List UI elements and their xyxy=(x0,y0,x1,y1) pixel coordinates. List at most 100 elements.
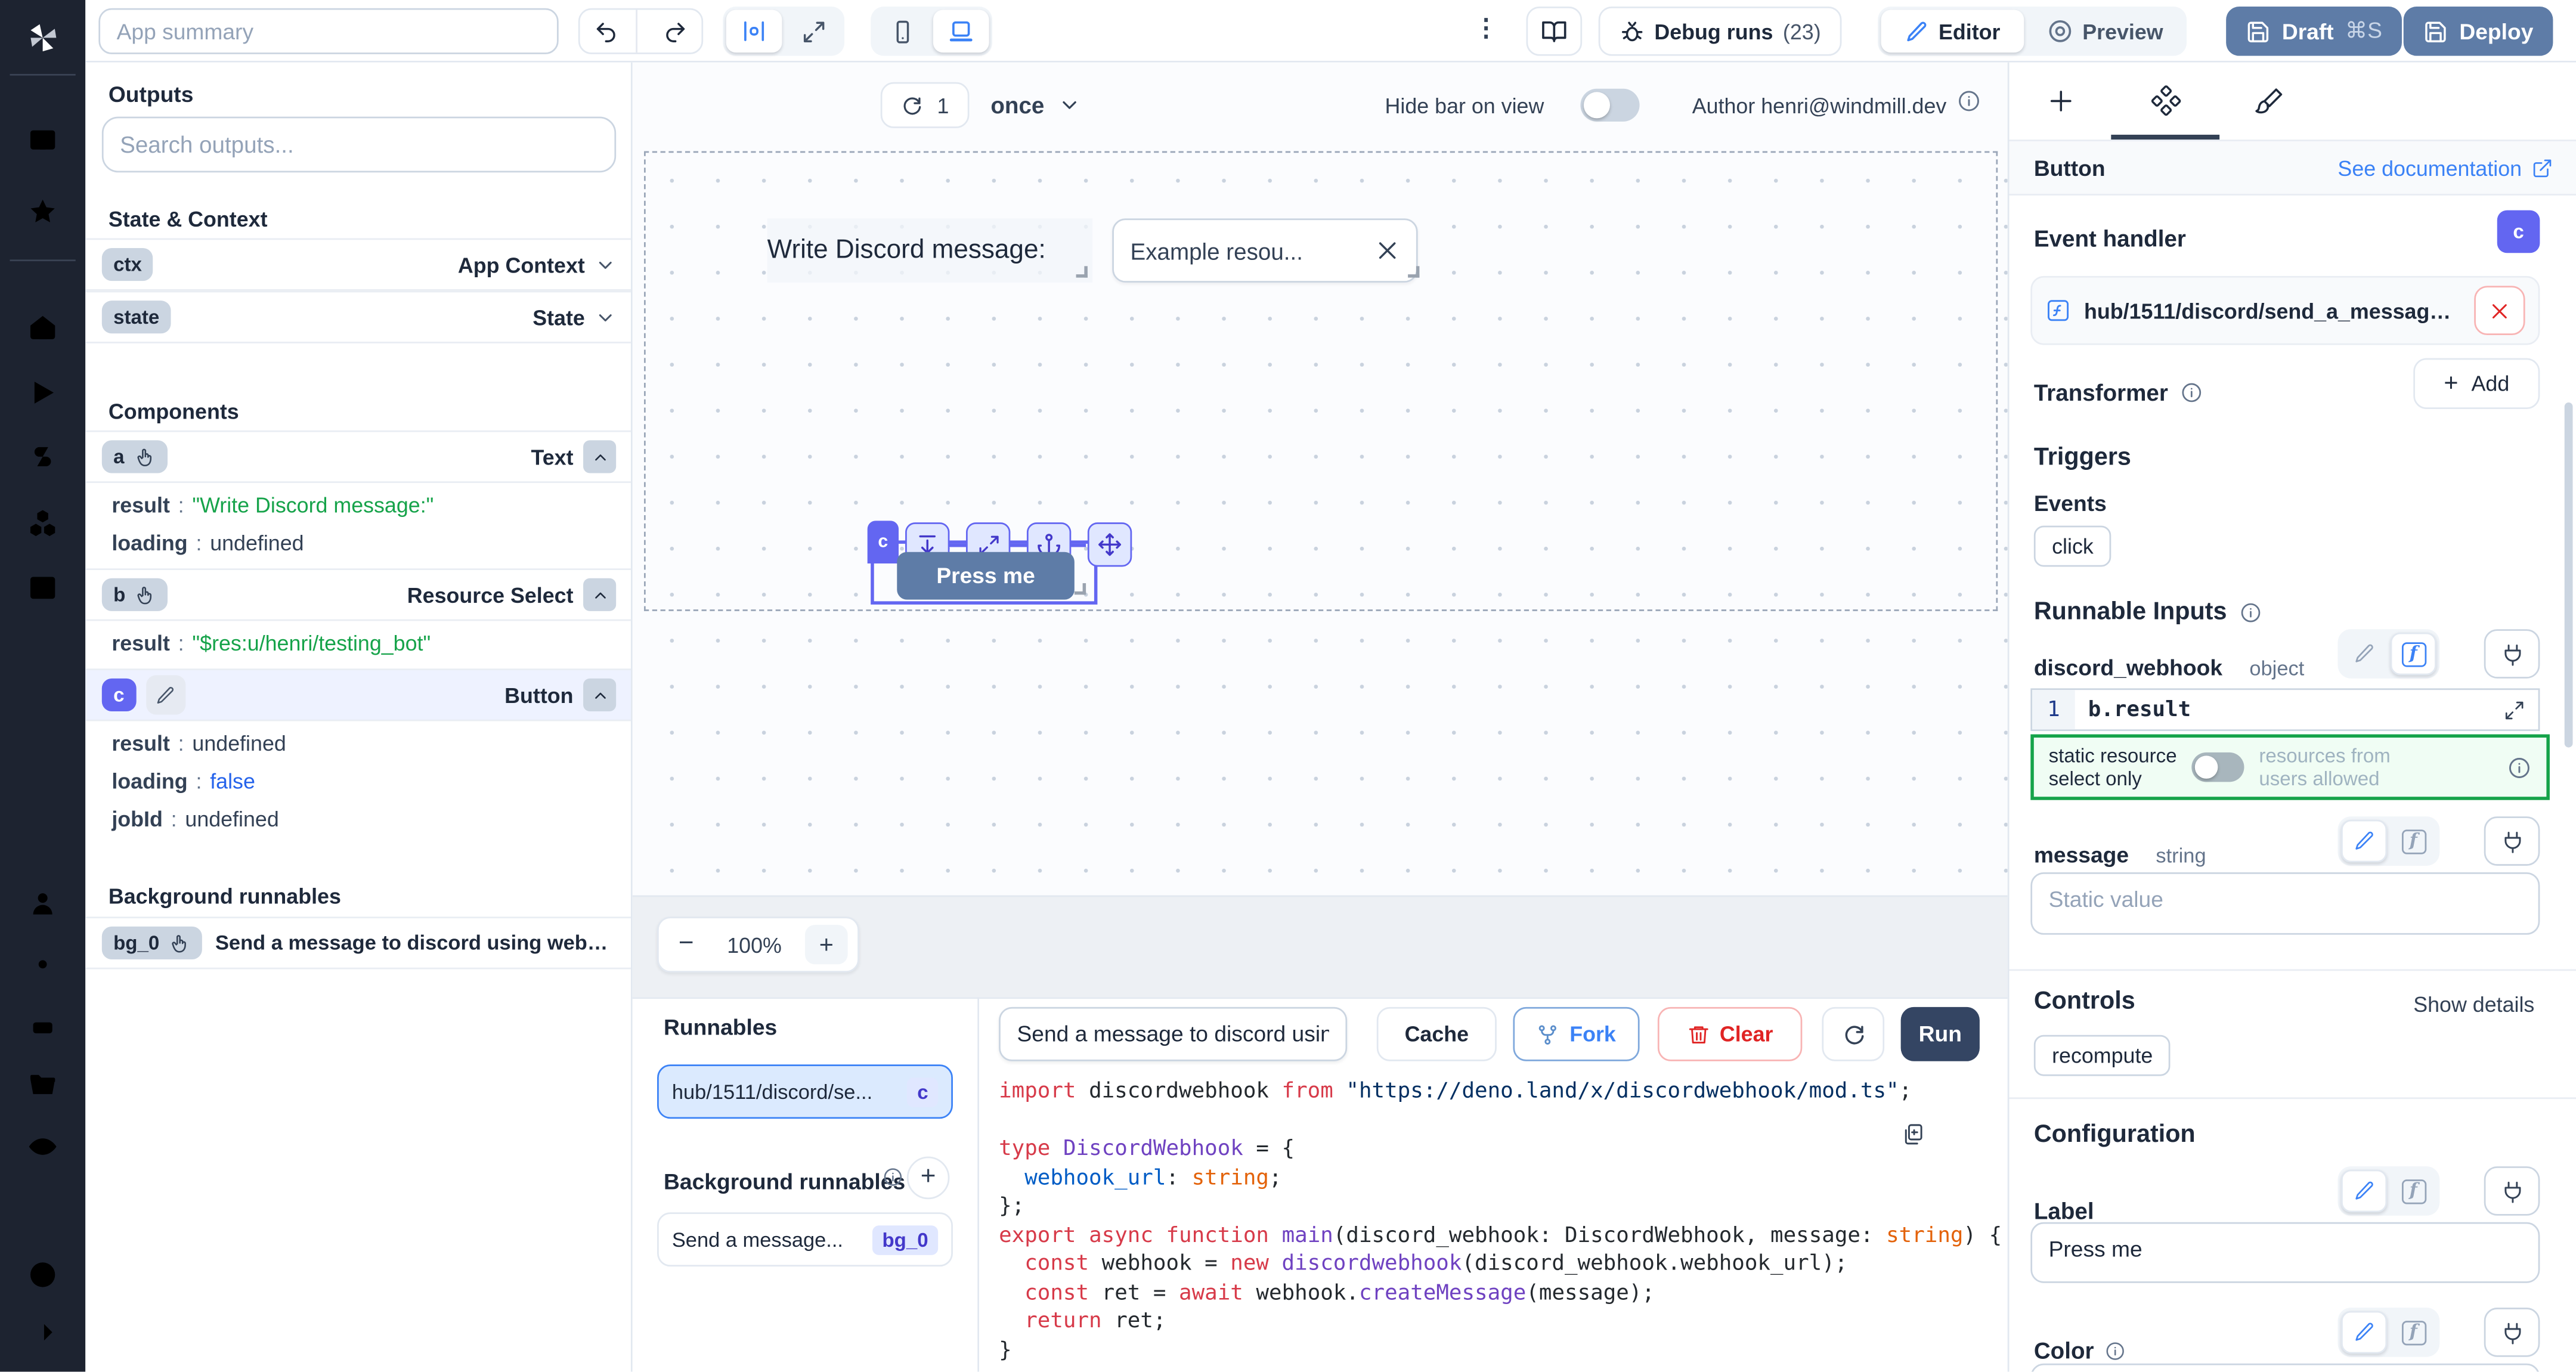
debug-runs-button[interactable]: Debug runs (23) xyxy=(1599,7,1843,56)
redo-button[interactable] xyxy=(646,10,701,53)
tab-preview[interactable]: Preview xyxy=(2027,10,2183,53)
output-row-a[interactable]: a Text xyxy=(85,431,632,483)
schedules-icon[interactable] xyxy=(26,570,59,603)
component-id-tab[interactable]: c xyxy=(868,521,899,563)
zoom-out-button[interactable]: − xyxy=(668,930,704,959)
add-transformer-button[interactable]: +Add xyxy=(2413,358,2540,409)
app-summary-input[interactable] xyxy=(98,8,558,54)
color-static-input[interactable] xyxy=(2030,1364,2540,1372)
mobile-view-button[interactable] xyxy=(874,10,930,53)
connect-mode-button[interactable]: f xyxy=(2391,633,2436,676)
fullscreen-layout-button[interactable] xyxy=(785,10,841,53)
collapse-b-button[interactable] xyxy=(583,578,616,611)
info-icon[interactable] xyxy=(2507,755,2531,779)
collapse-arrow-icon[interactable] xyxy=(26,1316,59,1349)
chevron-down-icon[interactable] xyxy=(595,254,616,275)
connect-mode-button[interactable]: f xyxy=(2391,820,2436,863)
expand-editor-icon[interactable] xyxy=(2504,699,2525,720)
clear-button[interactable]: Clear xyxy=(1658,1008,1802,1062)
collapse-a-button[interactable] xyxy=(583,440,616,473)
deploy-button[interactable]: Deploy xyxy=(2404,7,2553,56)
plug-button[interactable] xyxy=(2484,1166,2540,1216)
move-button[interactable] xyxy=(1088,522,1132,566)
connect-mode-button[interactable]: f xyxy=(2391,1170,2436,1213)
clear-x-icon[interactable] xyxy=(1375,238,1400,262)
output-row-ctx[interactable]: ctx App Context xyxy=(85,238,632,290)
resize-handle[interactable] xyxy=(1075,583,1086,594)
tab-styling-brush-icon[interactable] xyxy=(2254,87,2284,117)
static-mode-button[interactable] xyxy=(2341,820,2387,863)
remove-handler-button[interactable] xyxy=(2474,286,2525,335)
favorites-star-icon[interactable] xyxy=(26,196,59,228)
run-mode-dropdown[interactable]: once xyxy=(990,82,1080,128)
text-component[interactable]: Write Discord message: xyxy=(767,218,1093,282)
collapse-c-button[interactable] xyxy=(583,679,616,711)
draft-button[interactable]: Draft ⌘S xyxy=(2226,7,2402,56)
refresh-count-button[interactable]: 1 xyxy=(881,82,970,128)
plug-button[interactable] xyxy=(2484,629,2540,679)
static-mode-button[interactable] xyxy=(2341,1170,2387,1213)
audit-eye-icon[interactable] xyxy=(26,1131,59,1163)
copy-code-button[interactable] xyxy=(1893,1114,1932,1154)
search-outputs-input[interactable] xyxy=(102,117,616,173)
hide-bar-toggle[interactable] xyxy=(1580,89,1639,122)
chevron-down-icon[interactable] xyxy=(595,306,616,328)
code-editor[interactable]: import discordwebhook from "https://deno… xyxy=(999,1078,2008,1365)
output-row-c[interactable]: c Button xyxy=(85,668,632,721)
tab-settings-component-icon[interactable] xyxy=(2150,85,2181,116)
runnable-item-bg[interactable]: Send a message... bg_0 xyxy=(657,1213,953,1267)
recompute-chip[interactable]: recompute xyxy=(2034,1035,2171,1076)
zoom-in-button[interactable]: + xyxy=(805,925,848,964)
resources-icon[interactable] xyxy=(26,506,59,539)
reload-button[interactable] xyxy=(1822,1008,1884,1062)
zoom-level: 100% xyxy=(704,933,805,957)
resize-handle[interactable] xyxy=(1408,266,1419,277)
desktop-view-button[interactable] xyxy=(933,10,989,53)
info-icon[interactable] xyxy=(1956,89,1981,113)
see-documentation-link[interactable]: See documentation xyxy=(2337,155,2553,179)
output-row-bg0[interactable]: bg_0 Send a message to discord using web… xyxy=(85,916,632,969)
workers-robot-icon[interactable] xyxy=(26,1009,59,1042)
edit-id-button[interactable] xyxy=(145,675,185,714)
settings-gear-icon[interactable] xyxy=(26,948,59,981)
variables-icon[interactable] xyxy=(26,440,59,473)
resize-handle[interactable] xyxy=(1076,266,1088,277)
output-row-state[interactable]: state State xyxy=(85,291,632,343)
docs-button[interactable] xyxy=(1526,7,1582,56)
label-static-input[interactable]: Press me xyxy=(2030,1222,2540,1283)
event-handler-card[interactable]: hub/1511/discord/send_a_message_... xyxy=(2030,276,2540,345)
run-button[interactable]: Run xyxy=(1901,1008,1980,1062)
static-mode-button[interactable] xyxy=(2341,633,2387,676)
plug-button[interactable] xyxy=(2484,816,2540,866)
resource-select-component[interactable]: Example resou... xyxy=(1112,218,1417,282)
runnable-item-selected[interactable]: hub/1511/discord/se... c xyxy=(657,1065,953,1119)
static-mode-button[interactable] xyxy=(2341,1311,2387,1354)
expression-editor[interactable]: 1 b.result xyxy=(2030,688,2540,731)
help-icon[interactable] xyxy=(26,1258,59,1291)
tab-insert-plus-icon[interactable] xyxy=(2047,87,2075,115)
message-static-input[interactable] xyxy=(2030,872,2540,935)
panel-scrollbar[interactable] xyxy=(2565,402,2573,748)
add-background-runnable-button[interactable]: + xyxy=(907,1157,950,1200)
plug-button[interactable] xyxy=(2484,1308,2540,1357)
kebab-menu-button[interactable]: ⋮ xyxy=(1473,13,1500,43)
show-details-link[interactable]: Show details xyxy=(2413,992,2534,1017)
fork-button[interactable]: Fork xyxy=(1513,1008,1639,1062)
resource-mode-toggle[interactable] xyxy=(2191,752,2244,782)
undo-button[interactable] xyxy=(580,10,637,53)
home-icon[interactable] xyxy=(26,311,59,343)
folders-icon[interactable] xyxy=(26,1070,59,1102)
runs-icon[interactable] xyxy=(26,376,59,409)
windmill-logo-icon[interactable] xyxy=(24,20,61,56)
cache-button[interactable]: Cache xyxy=(1377,1008,1497,1062)
press-me-button[interactable]: Press me xyxy=(897,552,1075,600)
output-row-b[interactable]: b Resource Select xyxy=(85,568,632,621)
tab-editor[interactable]: Editor xyxy=(1881,10,2023,53)
info-icon xyxy=(2179,381,2203,404)
preview-label: Preview xyxy=(2082,19,2163,44)
users-icon[interactable] xyxy=(26,887,59,920)
workspace-icon[interactable] xyxy=(26,125,59,157)
runnable-name-input[interactable] xyxy=(999,1008,1347,1062)
connect-mode-button[interactable]: f xyxy=(2391,1311,2436,1354)
center-layout-button[interactable] xyxy=(726,10,782,53)
